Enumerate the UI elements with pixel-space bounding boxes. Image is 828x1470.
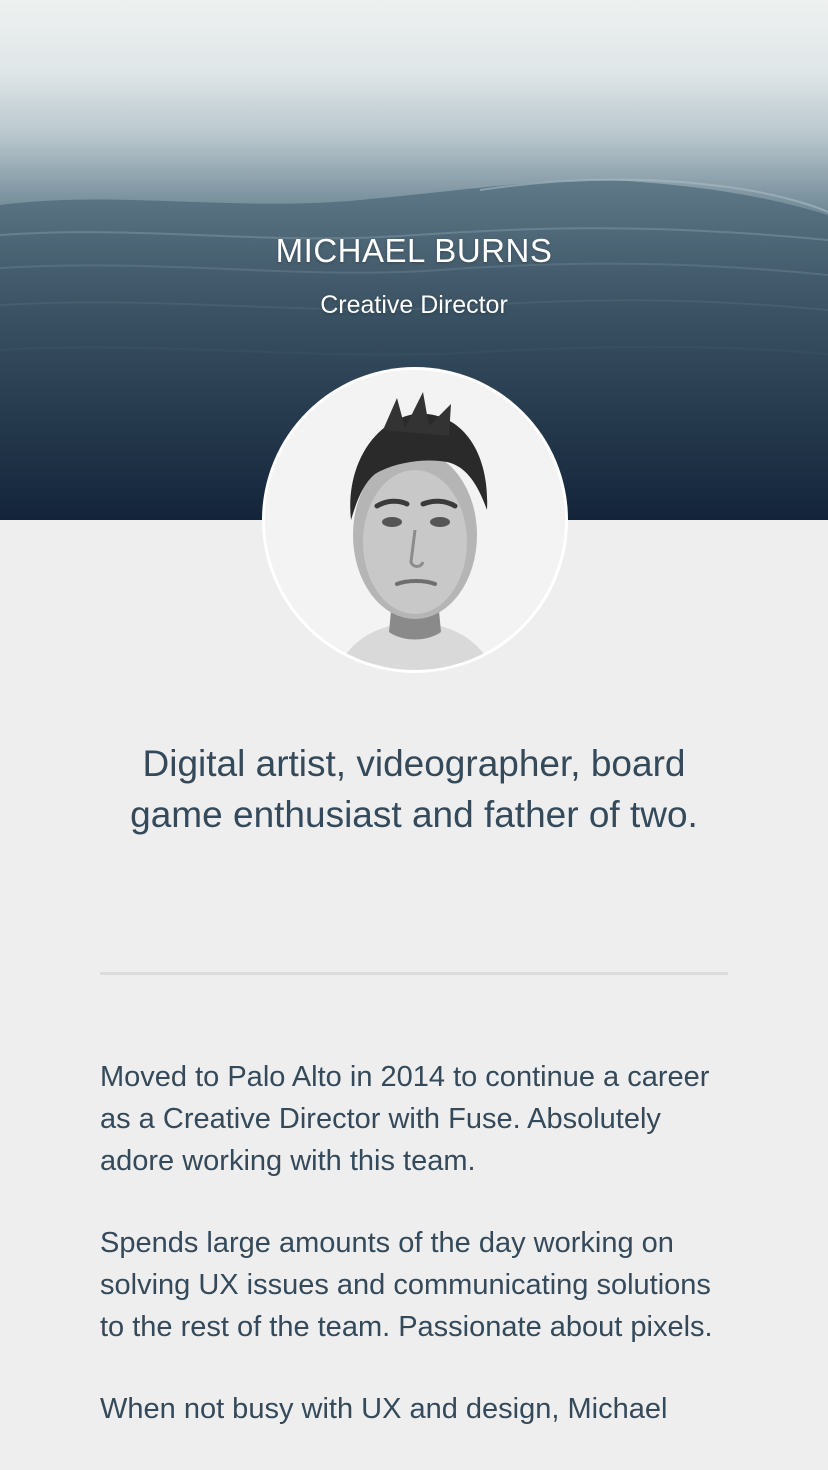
avatar (265, 370, 565, 670)
profile-bio: Moved to Palo Alto in 2014 to continue a… (100, 1056, 728, 1470)
profile-role: Creative Director (320, 291, 508, 319)
profile-tagline: Digital artist, videographer, board game… (130, 743, 698, 835)
profile-name: MICHAEL BURNS (275, 232, 553, 269)
bio-paragraph: Spends large amounts of the day working … (100, 1227, 713, 1343)
bio-paragraph: Moved to Palo Alto in 2014 to continue a… (100, 1061, 710, 1177)
divider (100, 972, 728, 975)
avatar-photo-icon (265, 370, 565, 670)
profile-page: MICHAEL BURNS Creative Director Digital … (0, 0, 828, 1470)
bio-paragraph: When not busy with UX and design, Michae… (100, 1393, 668, 1425)
